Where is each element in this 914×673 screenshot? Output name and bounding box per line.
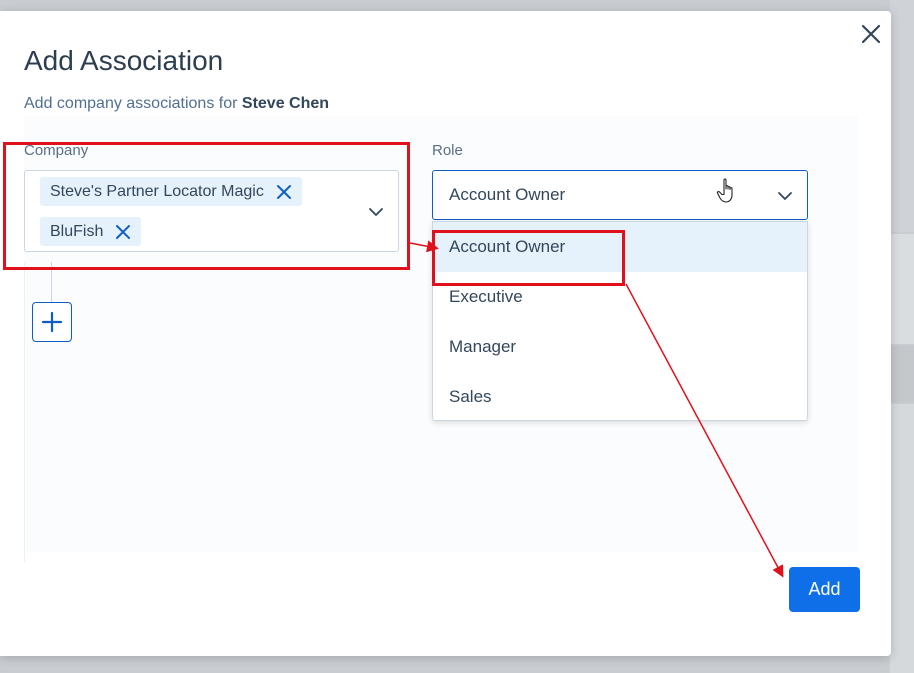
background-panel xyxy=(890,234,914,344)
modal-title: Add Association xyxy=(24,45,224,76)
role-option-manager[interactable]: Manager xyxy=(433,322,807,372)
role-select-value: Account Owner xyxy=(449,185,566,204)
annotation-highlight-company xyxy=(3,142,410,270)
role-select[interactable]: Account Owner xyxy=(432,170,808,220)
role-option-sales[interactable]: Sales xyxy=(433,372,807,422)
close-button[interactable] xyxy=(858,21,884,47)
role-label: Role xyxy=(432,142,463,159)
add-row-button[interactable] xyxy=(32,302,72,342)
subtitle-prefix: Add company associations for xyxy=(24,95,238,112)
add-button[interactable]: Add xyxy=(789,567,860,612)
contact-name: Steve Chen xyxy=(241,95,330,112)
chevron-down-icon xyxy=(778,192,792,200)
hand-pointer-icon xyxy=(716,178,733,203)
modal-subtitle: Add company associations for Steve Chen xyxy=(24,95,329,113)
background-panel xyxy=(890,0,914,232)
annotation-highlight-option xyxy=(432,230,625,286)
background-panel xyxy=(890,404,914,673)
background-panel xyxy=(890,346,914,402)
close-icon xyxy=(861,24,881,44)
row-connector xyxy=(24,262,25,562)
plus-icon xyxy=(41,311,63,333)
